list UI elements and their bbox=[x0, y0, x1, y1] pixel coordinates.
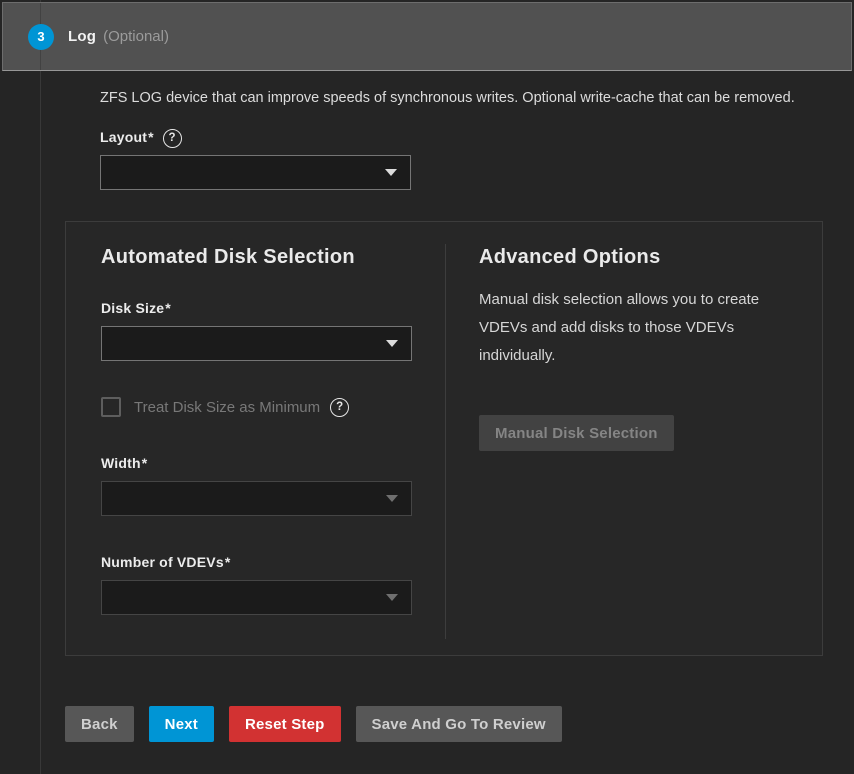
layout-select[interactable] bbox=[100, 155, 411, 190]
step-description: ZFS LOG device that can improve speeds o… bbox=[100, 84, 800, 113]
advanced-options-description: Manual disk selection allows you to crea… bbox=[479, 286, 781, 370]
treat-disk-size-minimum-row: Treat Disk Size as Minimum ? bbox=[101, 397, 445, 417]
automated-disk-selection-section: Automated Disk Selection Disk Size* Trea bbox=[66, 222, 445, 655]
required-marker: * bbox=[225, 554, 230, 570]
step-optional-label: (Optional) bbox=[103, 28, 169, 45]
disk-size-select[interactable] bbox=[101, 326, 412, 361]
log-wizard-step-screen: 3 Log (Optional) ZFS LOG device that can… bbox=[0, 0, 854, 774]
layout-label: Layout* bbox=[100, 129, 154, 147]
chevron-down-icon bbox=[386, 594, 398, 601]
disk-selection-panel: Automated Disk Selection Disk Size* Trea bbox=[65, 221, 823, 656]
required-marker: * bbox=[142, 455, 147, 471]
width-field: Width* bbox=[101, 454, 445, 516]
step-title: Log bbox=[68, 28, 96, 45]
manual-disk-selection-button[interactable]: Manual Disk Selection bbox=[479, 415, 674, 451]
number-of-vdevs-label: Number of VDEVs* bbox=[101, 554, 230, 572]
chevron-down-icon bbox=[386, 495, 398, 502]
chevron-down-icon bbox=[386, 340, 398, 347]
help-icon[interactable]: ? bbox=[330, 398, 349, 417]
width-select[interactable] bbox=[101, 481, 412, 516]
required-marker: * bbox=[165, 300, 170, 316]
treat-disk-size-minimum-checkbox[interactable] bbox=[101, 397, 121, 417]
help-icon[interactable]: ? bbox=[163, 129, 182, 148]
automated-disk-selection-heading: Automated Disk Selection bbox=[101, 246, 445, 269]
number-of-vdevs-select[interactable] bbox=[101, 580, 412, 615]
step-content: ZFS LOG device that can improve speeds o… bbox=[0, 73, 854, 774]
step-number-badge: 3 bbox=[28, 24, 54, 50]
number-of-vdevs-field: Number of VDEVs* bbox=[101, 553, 445, 615]
disk-size-label: Disk Size* bbox=[101, 300, 171, 318]
advanced-options-heading: Advanced Options bbox=[479, 246, 822, 269]
chevron-down-icon bbox=[385, 169, 397, 176]
layout-field: Layout* ? bbox=[100, 128, 854, 190]
step-header-log[interactable]: 3 Log (Optional) bbox=[2, 2, 852, 71]
advanced-options-section: Advanced Options Manual disk selection a… bbox=[446, 222, 822, 655]
width-label: Width* bbox=[101, 455, 147, 473]
required-marker: * bbox=[148, 129, 153, 145]
disk-size-field: Disk Size* bbox=[101, 299, 445, 361]
treat-disk-size-minimum-label: Treat Disk Size as Minimum bbox=[134, 399, 320, 416]
